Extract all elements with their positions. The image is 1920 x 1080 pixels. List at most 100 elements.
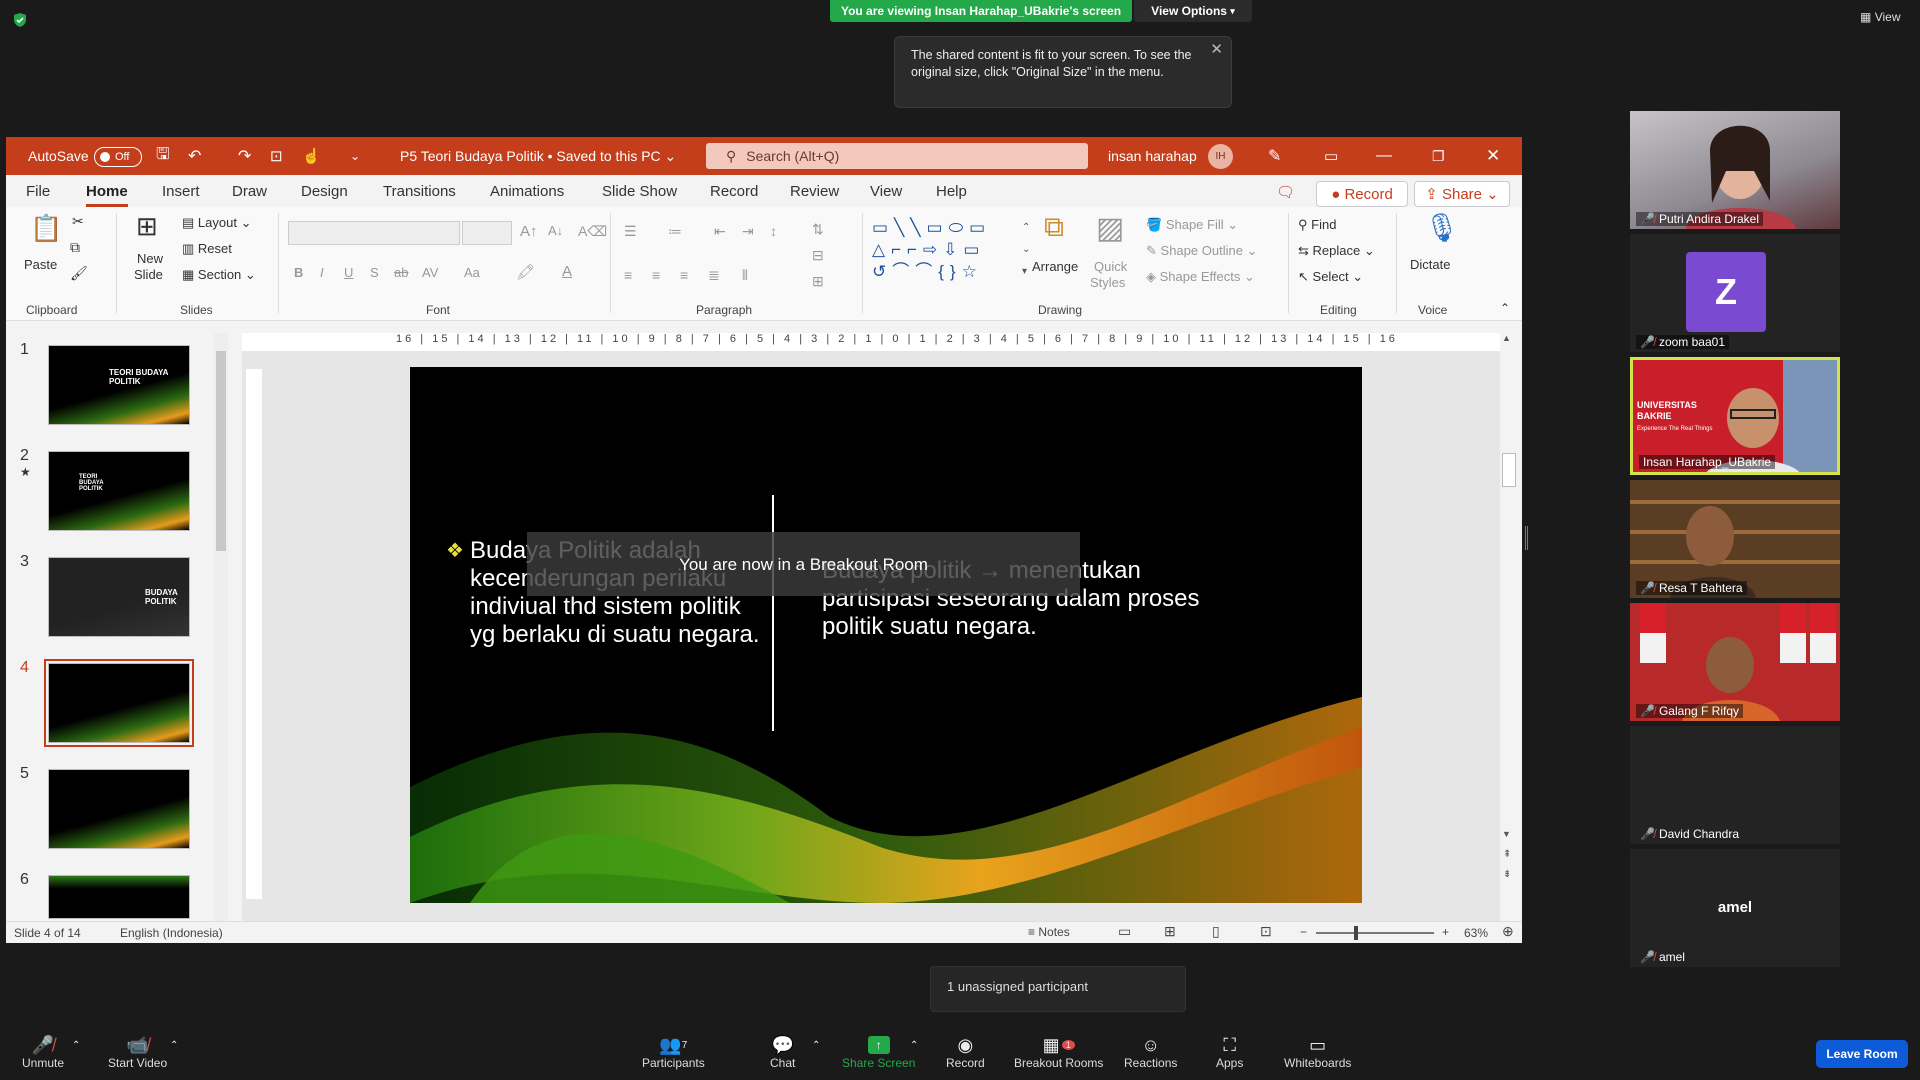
search-box[interactable]: ⚲ Search (Alt+Q)	[706, 143, 1088, 169]
quick-styles-icon[interactable]: ▨	[1096, 211, 1124, 246]
char-spacing-icon[interactable]: AV	[422, 265, 438, 280]
shadow-icon[interactable]: S	[370, 265, 379, 280]
highlight-icon[interactable]: 🖍	[516, 263, 535, 281]
participant-tile[interactable]: Z 🎤̸ zoom baa01	[1630, 234, 1840, 352]
pen-icon[interactable]: ✎	[1268, 146, 1281, 166]
quick-styles-label-1[interactable]: Quick	[1094, 259, 1127, 274]
slideshow-view-icon[interactable]: ⊡	[1260, 923, 1272, 940]
participant-tile[interactable]: 🎤̸ David Chandra	[1630, 726, 1840, 844]
redo-icon[interactable]: ↷	[238, 146, 251, 166]
new-slide-label-2[interactable]: Slide	[134, 267, 163, 282]
smartart-icon[interactable]: ⊞	[812, 273, 824, 290]
zoom-in-icon[interactable]: +	[1442, 925, 1449, 939]
scroll-up-icon[interactable]: ▲	[1502, 333, 1511, 343]
tab-help[interactable]: Help	[936, 183, 967, 200]
columns-icon[interactable]: ⫴	[742, 267, 748, 284]
tab-draw[interactable]: Draw	[232, 183, 267, 200]
copy-icon[interactable]: ⧉	[70, 239, 80, 256]
dictate-button[interactable]: Dictate	[1410, 257, 1450, 272]
align-center-icon[interactable]: ≡	[652, 267, 660, 283]
decrease-font-icon[interactable]: A↓	[548, 223, 563, 238]
editor-scrollbar[interactable]: ▲ ▼ ⇞ ⇟	[1500, 333, 1518, 923]
arrange-button[interactable]: Arrange	[1032, 259, 1078, 274]
breakout-rooms-button[interactable]: ▦ 1 Breakout Rooms	[1014, 1034, 1103, 1071]
line-spacing-icon[interactable]: ↕	[770, 223, 777, 239]
participant-tile[interactable]: 🎤̸ Galang F Rifqy	[1630, 603, 1840, 721]
zoom-out-icon[interactable]: −	[1300, 925, 1307, 939]
tab-animations[interactable]: Animations	[490, 183, 564, 200]
format-painter-icon[interactable]: 🖌	[70, 265, 88, 282]
ribbon-display-icon[interactable]: ▭	[1324, 147, 1338, 165]
paste-button[interactable]: Paste	[24, 257, 57, 272]
minimize-icon[interactable]: —	[1376, 147, 1392, 165]
notes-button[interactable]: ≡ Notes	[1028, 925, 1070, 939]
document-title[interactable]: P5 Teori Budaya Politik • Saved to this …	[400, 148, 676, 165]
participants-button[interactable]: 👥 7 Participants	[642, 1034, 705, 1071]
reset-button[interactable]: ▥ Reset	[182, 241, 232, 257]
shape-outline-button[interactable]: ✎ Shape Outline ⌄	[1146, 243, 1257, 259]
thumbnails-scrollbar[interactable]	[214, 333, 228, 923]
participant-tile-active-speaker[interactable]: UNIVERSITAS BAKRIE Experience The Real Thi…	[1630, 357, 1840, 475]
normal-view-icon[interactable]: ▭	[1118, 923, 1131, 940]
text-direction-icon[interactable]: ⇅	[812, 221, 824, 238]
participant-tile[interactable]: amel 🎤̸ amel	[1630, 849, 1840, 967]
new-slide-icon[interactable]: ⊞	[136, 211, 158, 242]
tab-transitions[interactable]: Transitions	[383, 183, 456, 200]
share-button[interactable]: ⇪ Share ⌄	[1414, 181, 1510, 207]
tab-design[interactable]: Design	[301, 183, 348, 200]
zoom-slider[interactable]	[1316, 926, 1434, 940]
tab-slide-show[interactable]: Slide Show	[602, 183, 677, 200]
tab-review[interactable]: Review	[790, 183, 839, 200]
font-size-dropdown[interactable]	[462, 221, 512, 245]
shapes-gallery[interactable]: ▭╲╲▭⬭▭ △⌐⌐⇨⇩▭ ↺⌒⌒{}☆	[872, 217, 1012, 283]
audio-options-chevron[interactable]: ⌃	[72, 1034, 80, 1056]
slide-canvas[interactable]: ❖ Budaya Politik adalah kecenderungan pe…	[410, 367, 1362, 903]
unassigned-participants-notice[interactable]: 1 unassigned participant	[930, 966, 1186, 1012]
tab-insert[interactable]: Insert	[162, 183, 200, 200]
panel-resize-handle[interactable]	[1525, 526, 1528, 550]
change-case-icon[interactable]: Aa	[464, 265, 480, 280]
zoom-level[interactable]: 63%	[1464, 926, 1488, 940]
align-right-icon[interactable]: ≡	[680, 267, 688, 283]
shape-effects-button[interactable]: ◈ Shape Effects ⌄	[1146, 269, 1255, 285]
numbering-icon[interactable]: ≔	[668, 223, 682, 240]
close-icon[interactable]: ✕	[1210, 41, 1223, 58]
zoom-slider-handle[interactable]	[1354, 926, 1358, 940]
slide-thumbnail-1[interactable]: TEORI BUDAYA POLITIK	[48, 345, 190, 425]
quick-styles-label-2[interactable]: Styles	[1090, 275, 1125, 290]
tab-record[interactable]: Record	[710, 183, 758, 200]
replace-button[interactable]: ⇆ Replace ⌄	[1298, 243, 1375, 259]
font-name-dropdown[interactable]	[288, 221, 460, 245]
restore-icon[interactable]: ❐	[1432, 148, 1445, 165]
underline-icon[interactable]: U	[344, 265, 353, 280]
clear-format-icon[interactable]: A⌫	[578, 223, 607, 240]
increase-indent-icon[interactable]: ⇥	[742, 223, 754, 240]
present-icon[interactable]: ⊡	[270, 147, 283, 165]
chat-options-chevron[interactable]: ⌃	[812, 1034, 820, 1056]
view-button[interactable]: ▦ View	[1860, 10, 1900, 24]
tab-home[interactable]: Home	[86, 183, 128, 207]
increase-font-icon[interactable]: A↑	[520, 223, 538, 240]
section-button[interactable]: ▦ Section ⌄	[182, 267, 256, 283]
next-slide-icon[interactable]: ⇟	[1503, 869, 1511, 880]
font-color-icon[interactable]: A	[562, 263, 572, 280]
start-video-button[interactable]: 📹̸ Start Video	[108, 1034, 167, 1071]
collapse-ribbon-icon[interactable]: ⌃	[1500, 301, 1510, 315]
leave-room-button[interactable]: Leave Room	[1816, 1040, 1908, 1068]
slide-thumbnail-2[interactable]: TEORI BUDAYA POLITIK	[48, 451, 190, 531]
bold-icon[interactable]: B	[294, 265, 303, 280]
language-indicator[interactable]: English (Indonesia)	[120, 926, 223, 940]
find-button[interactable]: ⚲ Find	[1298, 217, 1336, 233]
customize-qat-icon[interactable]: ⌄	[350, 149, 360, 163]
view-options-button[interactable]: View Options ▾	[1134, 0, 1252, 22]
autosave-toggle[interactable]: Off	[94, 147, 142, 167]
arrange-icon[interactable]: ⧉	[1044, 211, 1064, 244]
unmute-button[interactable]: 🎤̸ Unmute	[22, 1034, 64, 1071]
user-avatar[interactable]: IH	[1208, 144, 1233, 169]
shape-fill-button[interactable]: 🪣 Shape Fill ⌄	[1146, 217, 1238, 233]
align-left-icon[interactable]: ≡	[624, 267, 632, 283]
justify-icon[interactable]: ≣	[708, 267, 720, 284]
participant-tile[interactable]: 🎤̸ Resa T Bahtera	[1630, 480, 1840, 598]
share-screen-button[interactable]: ↑ Share Screen	[842, 1034, 915, 1070]
participant-tile[interactable]: 🎤̸ Putri Andira Drakel	[1630, 111, 1840, 229]
